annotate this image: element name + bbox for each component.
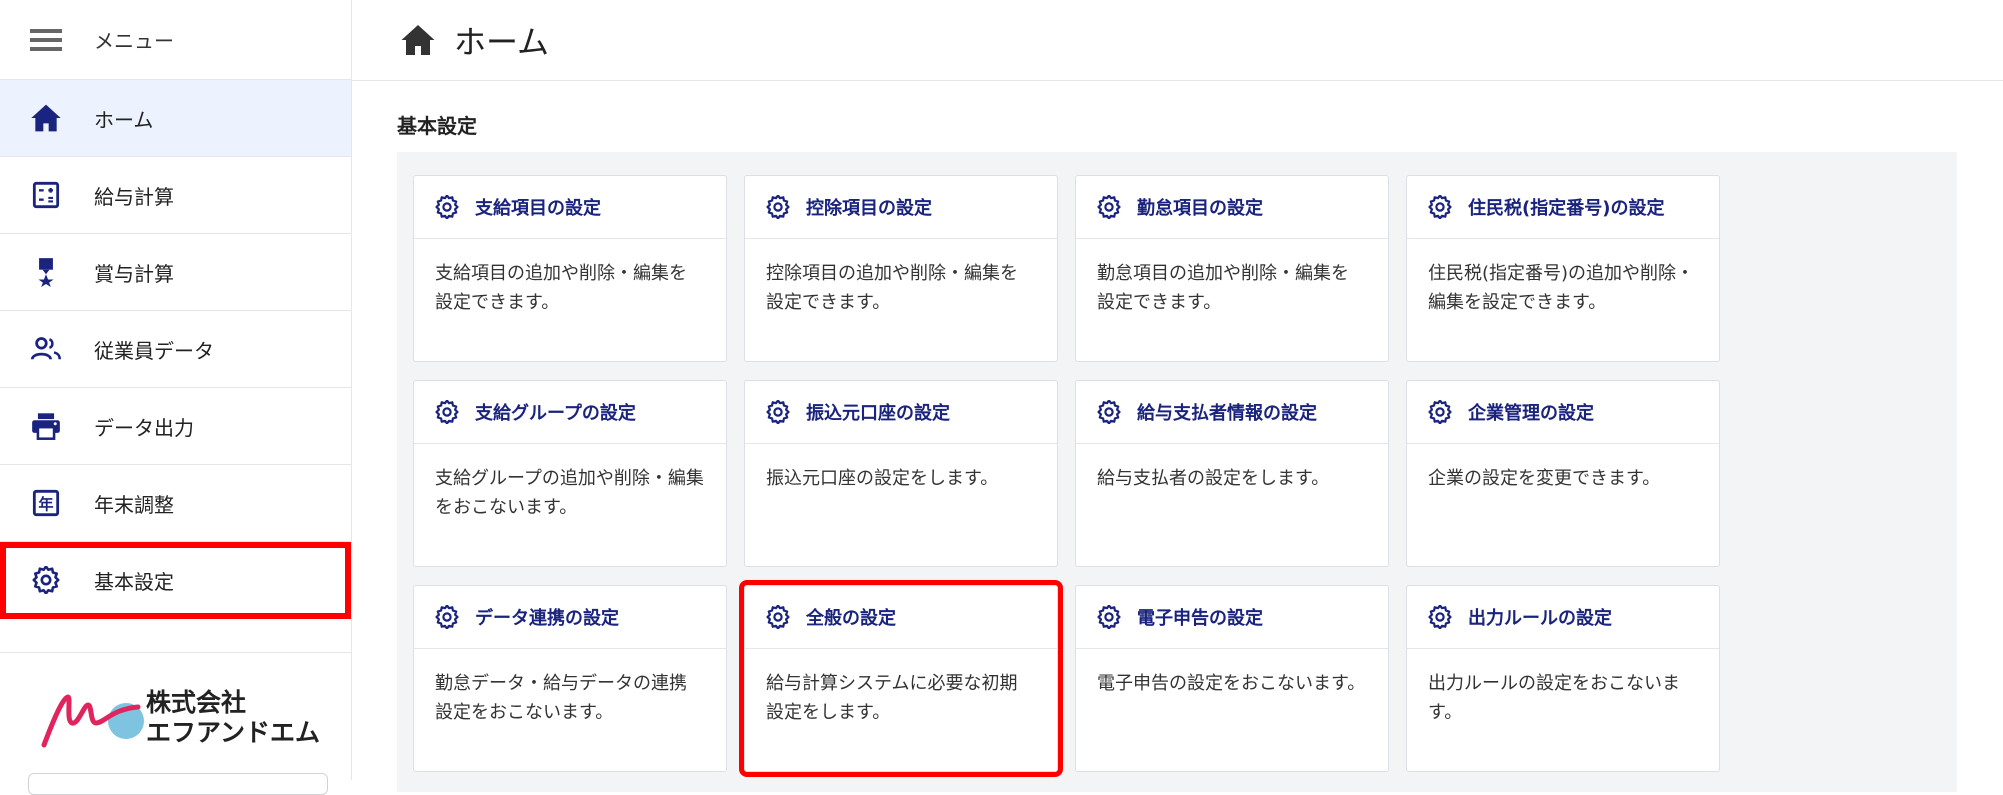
card-deduction-items[interactable]: 控除項目の設定控除項目の追加や削除・編集を設定できます。 (744, 175, 1058, 362)
card-title[interactable]: 控除項目の設定 (806, 194, 932, 220)
card-description: 電子申告の設定をおこないます。 (1097, 673, 1366, 694)
card-header: 勤怠項目の設定 (1076, 176, 1388, 239)
card-general[interactable]: 全般の設定給与計算システムに必要な初期設定をします。 (739, 580, 1063, 777)
calculator-icon (23, 181, 69, 209)
card-header: 出力ルールの設定 (1407, 586, 1719, 649)
gear-icon (1097, 605, 1121, 629)
sidebar-item-label: 給与計算 (94, 184, 174, 209)
home-icon (23, 103, 69, 133)
gear-icon (23, 566, 69, 594)
card-payment-group[interactable]: 支給グループの設定支給グループの追加や削除・編集をおこないます。 (413, 380, 727, 567)
section-title: 基本設定 (397, 114, 477, 138)
card-title[interactable]: 全般の設定 (806, 604, 896, 630)
card-header: 支給項目の設定 (414, 176, 726, 239)
card-header: 振込元口座の設定 (745, 381, 1057, 444)
gear-icon (1097, 400, 1121, 424)
card-header: データ連携の設定 (414, 586, 726, 649)
card-description: 企業の設定を変更できます。 (1428, 468, 1661, 489)
svg-text:年: 年 (38, 495, 53, 513)
card-description: 支給項目の追加や削除・編集を設定できます。 (435, 263, 687, 313)
card-header: 給与支払者情報の設定 (1076, 381, 1388, 444)
gear-icon (1428, 195, 1452, 219)
card-header: 全般の設定 (745, 586, 1057, 649)
sidebar-item-label: 年末調整 (94, 492, 174, 517)
sidebar-bottom-box[interactable] (28, 773, 328, 795)
sidebar-item-employees[interactable]: 従業員データ (0, 311, 351, 388)
card-header: 支給グループの設定 (414, 381, 726, 444)
card-description: 出力ルールの設定をおこないます。 (1428, 673, 1680, 723)
sidebar-item-data-output[interactable]: データ出力 (0, 388, 351, 465)
gear-icon (1428, 400, 1452, 424)
logo-line-1: 株式会社 (146, 688, 247, 717)
card-title[interactable]: 電子申告の設定 (1137, 604, 1263, 630)
card-title[interactable]: データ連携の設定 (475, 604, 619, 630)
hamburger-menu-icon[interactable] (23, 28, 69, 52)
card-description: 勤怠データ・給与データの連携設定をおこないます。 (435, 673, 687, 723)
gear-icon (766, 195, 790, 219)
card-description: 給与支払者の設定をします。 (1097, 468, 1330, 489)
card-title[interactable]: 勤怠項目の設定 (1137, 194, 1263, 220)
card-payer-info[interactable]: 給与支払者情報の設定給与支払者の設定をします。 (1075, 380, 1389, 567)
sidebar-item-payroll[interactable]: 給与計算 (0, 157, 351, 234)
sidebar-item-label: ホーム (94, 107, 154, 132)
sidebar-item-year-end[interactable]: 年 年末調整 (0, 465, 351, 542)
sidebar-item-home[interactable]: ホーム (0, 80, 351, 157)
card-attendance-items[interactable]: 勤怠項目の設定勤怠項目の追加や削除・編集を設定できます。 (1075, 175, 1389, 362)
gear-icon (766, 400, 790, 424)
card-title[interactable]: 支給グループの設定 (475, 399, 636, 425)
gear-icon (435, 195, 459, 219)
sidebar-item-label: 賞与計算 (94, 261, 174, 286)
calendar-year-icon: 年 (23, 489, 69, 517)
menu-label: メニュー (94, 29, 174, 53)
card-output-rules[interactable]: 出力ルールの設定出力ルールの設定をおこないます。 (1406, 585, 1720, 772)
page-header: ホーム (352, 0, 2003, 81)
sidebar-item-label: 基本設定 (94, 569, 174, 594)
card-title[interactable]: 振込元口座の設定 (806, 399, 950, 425)
card-description: 控除項目の追加や削除・編集を設定できます。 (766, 263, 1018, 313)
card-description: 勤怠項目の追加や削除・編集を設定できます。 (1097, 263, 1349, 313)
sidebar-item-label: 従業員データ (94, 338, 214, 363)
card-description: 住民税(指定番号)の追加や削除・編集を設定できます。 (1428, 263, 1695, 313)
home-icon (400, 23, 436, 57)
card-header: 控除項目の設定 (745, 176, 1057, 239)
gear-icon (1428, 605, 1452, 629)
card-header: 電子申告の設定 (1076, 586, 1388, 649)
card-title[interactable]: 企業管理の設定 (1468, 399, 1594, 425)
sidebar: メニュー ホーム 給与計算 賞与計算 従業員データ データ出力 年 年末調整 基… (0, 0, 352, 795)
card-company-management[interactable]: 企業管理の設定企業の設定を変更できます。 (1406, 380, 1720, 567)
gear-icon (435, 605, 459, 629)
printer-icon (23, 412, 69, 440)
sidebar-item-basic-settings[interactable]: 基本設定 (0, 542, 351, 619)
menu-header: メニュー (0, 0, 351, 80)
card-e-filing[interactable]: 電子申告の設定電子申告の設定をおこないます。 (1075, 585, 1389, 772)
people-icon (23, 336, 69, 362)
gear-icon (766, 605, 790, 629)
medal-icon (23, 257, 69, 287)
card-header: 住民税(指定番号)の設定 (1407, 176, 1719, 239)
card-title[interactable]: 住民税(指定番号)の設定 (1468, 194, 1664, 220)
card-title[interactable]: 給与支払者情報の設定 (1137, 399, 1317, 425)
card-title[interactable]: 支給項目の設定 (475, 194, 601, 220)
gear-icon (1097, 195, 1121, 219)
company-logo-area: 株式会社 エフアンドエム (0, 652, 351, 795)
card-data-integration[interactable]: データ連携の設定勤怠データ・給与データの連携設定をおこないます。 (413, 585, 727, 772)
gear-icon (435, 400, 459, 424)
sidebar-item-bonus[interactable]: 賞与計算 (0, 234, 351, 311)
card-payment-items[interactable]: 支給項目の設定支給項目の追加や削除・編集を設定できます。 (413, 175, 727, 362)
logo-line-2: エフアンドエム (146, 718, 321, 747)
sidebar-item-label: データ出力 (94, 415, 194, 440)
card-transfer-account[interactable]: 振込元口座の設定振込元口座の設定をします。 (744, 380, 1058, 567)
company-logo-icon (41, 694, 144, 748)
card-description: 振込元口座の設定をします。 (766, 468, 999, 489)
card-description: 給与計算システムに必要な初期設定をします。 (766, 673, 1018, 723)
card-description: 支給グループの追加や削除・編集をおこないます。 (435, 468, 704, 518)
page-title: ホーム (454, 23, 550, 61)
company-logo-text: 株式会社 エフアンドエム (146, 688, 320, 748)
card-header: 企業管理の設定 (1407, 381, 1719, 444)
card-resident-tax[interactable]: 住民税(指定番号)の設定住民税(指定番号)の追加や削除・編集を設定できます。 (1406, 175, 1720, 362)
card-title[interactable]: 出力ルールの設定 (1468, 604, 1612, 630)
